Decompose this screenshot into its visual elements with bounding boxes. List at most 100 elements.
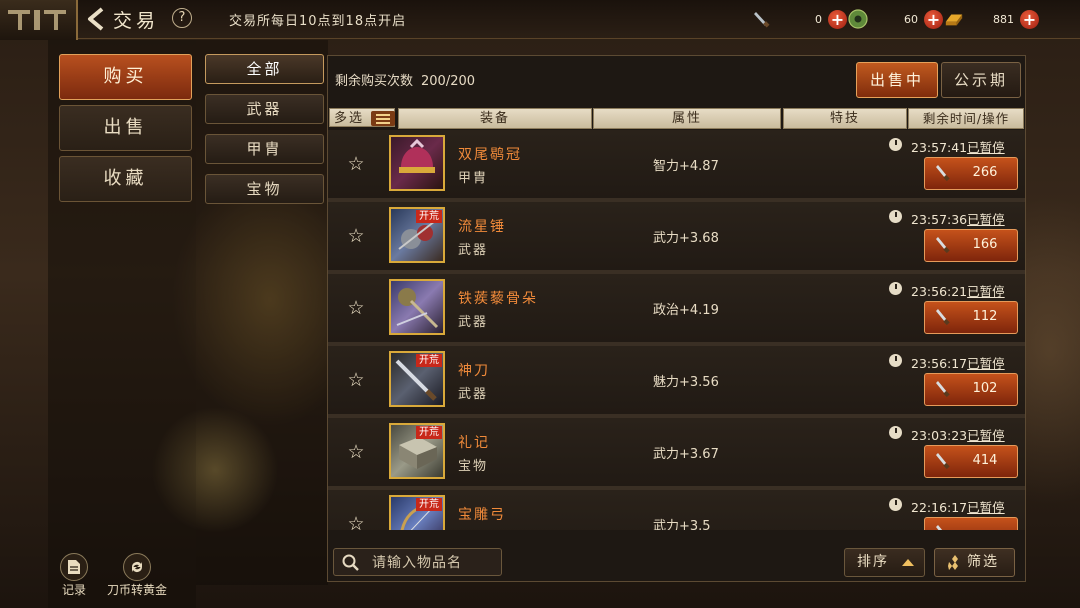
book-icon: 开荒 <box>389 423 445 479</box>
opening-tag: 开荒 <box>416 426 442 439</box>
exchange-label: 刀币转黄金 <box>107 583 168 597</box>
column-equipment: 装备 <box>398 108 592 129</box>
opening-tag: 开荒 <box>416 354 442 367</box>
buy-button[interactable] <box>924 517 1018 530</box>
table-row[interactable]: ☆ 铁蒺藜骨朵 武器 政治+4.19 23:56:21已暂停 112 <box>328 274 1025 346</box>
time-value: 23:03:23 <box>911 428 968 443</box>
favorite-star-icon[interactable]: ☆ <box>346 226 366 246</box>
jade-coin-icon <box>848 9 868 29</box>
price: 112 <box>972 309 998 324</box>
opening-tag: 开荒 <box>416 210 442 223</box>
price: 414 <box>972 453 998 468</box>
sort-arrow-icon <box>901 549 915 586</box>
left-nav: 购买 出售 收藏 <box>48 40 196 608</box>
remaining-label: 剩余购买次数 <box>335 74 414 89</box>
remaining-time: 23:56:21已暂停 <box>911 281 1005 300</box>
table-row[interactable]: ☆ 开荒 礼记 宝物 武力+3.67 23:03:23已暂停 414 <box>328 418 1025 490</box>
record-button[interactable]: 记录 <box>60 553 88 598</box>
category-weapon[interactable]: 武器 <box>205 94 324 124</box>
item-type: 武器 <box>458 243 489 258</box>
search-box[interactable] <box>333 548 502 576</box>
back-arrow-icon[interactable] <box>84 6 110 32</box>
add-jade-coin-button[interactable]: + <box>924 9 943 29</box>
remaining-value: 200/200 <box>421 74 476 89</box>
tab-public-period[interactable]: 公示期 <box>941 62 1021 98</box>
item-name: 铁蒺藜骨朵 <box>458 291 538 307</box>
favorite-star-icon[interactable]: ☆ <box>346 514 366 530</box>
resource-gold: 881 + <box>944 8 1039 30</box>
clock-icon <box>889 138 902 151</box>
sort-label: 排序 <box>857 554 889 570</box>
buy-button[interactable]: 102 <box>924 373 1018 406</box>
item-type: 武器 <box>458 387 489 402</box>
jade-coin-value: 60 <box>904 12 918 26</box>
item-attribute: 政治+4.19 <box>653 303 719 318</box>
favorite-star-icon[interactable]: ☆ <box>346 154 366 174</box>
item-list[interactable]: ☆ 双尾鹖冠 甲胄 智力+4.87 23:57:41已暂停 266 ☆ 开荒 流… <box>328 130 1025 530</box>
helmet-icon <box>389 135 445 191</box>
buy-button[interactable]: 166 <box>924 229 1018 262</box>
filter-button[interactable]: 筛选 <box>934 548 1015 577</box>
search-input[interactable] <box>370 552 499 574</box>
item-attribute: 武力+3.68 <box>653 231 719 246</box>
exchange-button[interactable]: 刀币转黄金 <box>107 553 167 598</box>
knife-coin-icon <box>752 9 772 29</box>
favorite-star-icon[interactable]: ☆ <box>346 298 366 318</box>
exchange-icon <box>123 553 151 581</box>
favorite-star-icon[interactable]: ☆ <box>346 370 366 390</box>
column-attribute: 属性 <box>593 108 781 129</box>
table-row[interactable]: ☆ 双尾鹖冠 甲胄 智力+4.87 23:57:41已暂停 266 <box>328 130 1025 202</box>
knife-coin-icon <box>935 452 951 474</box>
table-row[interactable]: ☆ 开荒 神刀 武器 魅力+3.56 23:56:17已暂停 102 <box>328 346 1025 418</box>
time-value: 23:57:41 <box>911 140 968 155</box>
buy-button[interactable]: 112 <box>924 301 1018 334</box>
help-icon[interactable]: ? <box>172 8 192 28</box>
filter-icon <box>947 549 963 586</box>
nav-buy[interactable]: 购买 <box>59 54 192 100</box>
nav-sell[interactable]: 出售 <box>59 105 192 151</box>
page-title: 交易 <box>113 10 160 32</box>
table-row[interactable]: ☆ 开荒 流星锤 武器 武力+3.68 23:57:36已暂停 166 <box>328 202 1025 274</box>
record-icon <box>60 553 88 581</box>
paused-status[interactable]: 已暂停 <box>967 284 1005 299</box>
multiselect-label: 多选 <box>334 111 365 126</box>
add-gold-button[interactable]: + <box>1020 9 1039 29</box>
time-value: 22:16:17 <box>911 500 968 515</box>
remaining-time: 22:16:17已暂停 <box>911 497 1005 516</box>
opening-tag: 开荒 <box>416 498 442 511</box>
time-value: 23:56:17 <box>911 356 968 371</box>
record-label: 记录 <box>61 583 86 597</box>
market-panel: 剩余购买次数 200/200 出售中 公示期 多选 装备 属性 特技 剩余时间/操… <box>327 55 1026 582</box>
item-name: 流星锤 <box>458 219 506 235</box>
column-multiselect[interactable]: 多选 <box>329 108 395 127</box>
item-name: 双尾鹖冠 <box>458 147 522 163</box>
paused-status[interactable]: 已暂停 <box>967 212 1005 227</box>
item-attribute: 武力+3.67 <box>653 447 719 462</box>
price: 266 <box>972 165 998 180</box>
tab-on-sale[interactable]: 出售中 <box>856 62 938 98</box>
buy-button[interactable]: 266 <box>924 157 1018 190</box>
knife-coin-icon <box>935 524 951 530</box>
paused-status[interactable]: 已暂停 <box>967 356 1005 371</box>
price: 166 <box>972 237 998 252</box>
paused-status[interactable]: 已暂停 <box>967 140 1005 155</box>
nav-favorites[interactable]: 收藏 <box>59 156 192 202</box>
favorite-star-icon[interactable]: ☆ <box>346 442 366 462</box>
paused-status[interactable]: 已暂停 <box>967 500 1005 515</box>
paused-status[interactable]: 已暂停 <box>967 428 1005 443</box>
mace-icon <box>389 279 445 335</box>
buy-button[interactable]: 414 <box>924 445 1018 478</box>
category-treasure[interactable]: 宝物 <box>205 174 324 204</box>
item-attribute: 魅力+3.56 <box>653 375 719 390</box>
knife-coin-icon <box>935 380 951 402</box>
add-knife-coin-button[interactable]: + <box>828 9 847 29</box>
column-skill: 特技 <box>783 108 907 129</box>
category-armor[interactable]: 甲胄 <box>205 134 324 164</box>
category-all[interactable]: 全部 <box>205 54 324 84</box>
table-row[interactable]: ☆ 开荒 宝雕弓 武力+3.5 22:16:17已暂停 <box>328 490 1025 530</box>
resource-jade-coin: 60 + <box>848 8 943 30</box>
sort-button[interactable]: 排序 <box>844 548 925 577</box>
top-bar: 交易 ? 交易所每日10点到18点开启 0 + 60 + 881 + <box>0 0 1080 40</box>
clock-icon <box>889 354 902 367</box>
item-type: 甲胄 <box>458 171 489 186</box>
